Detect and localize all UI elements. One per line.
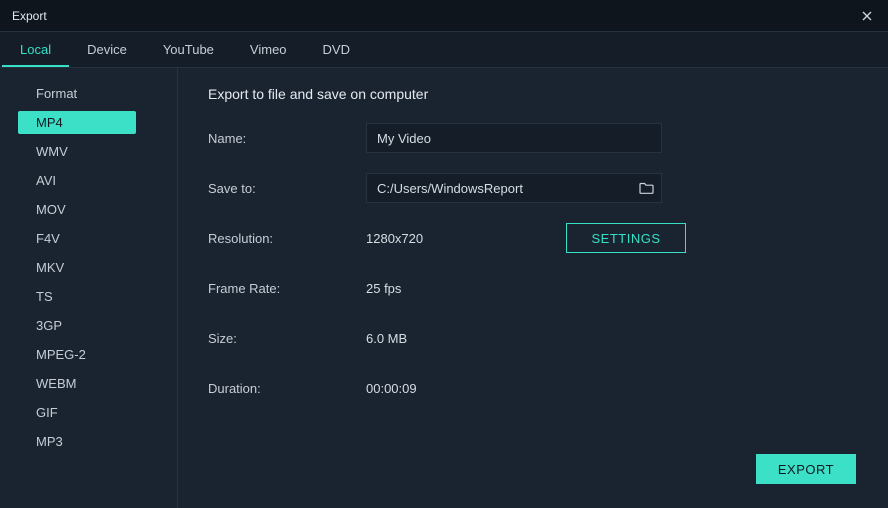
titlebar: Export: [0, 0, 888, 32]
tab-local[interactable]: Local: [2, 33, 69, 67]
format-item-ts[interactable]: TS: [18, 285, 136, 308]
save-to-input[interactable]: [367, 174, 631, 202]
format-item-mp4[interactable]: MP4: [18, 111, 136, 134]
format-item-avi[interactable]: AVI: [18, 169, 136, 192]
row-save-to: Save to:: [208, 174, 858, 202]
settings-button[interactable]: SETTINGS: [566, 223, 686, 253]
format-item-mpeg2[interactable]: MPEG-2: [18, 343, 136, 366]
tab-vimeo[interactable]: Vimeo: [232, 33, 305, 67]
value-resolution: 1280x720: [366, 231, 542, 246]
label-size: Size:: [208, 331, 366, 346]
close-icon[interactable]: [856, 5, 878, 27]
format-item-webm[interactable]: WEBM: [18, 372, 136, 395]
main: Format MP4 WMV AVI MOV F4V MKV TS 3GP MP…: [0, 68, 888, 508]
row-resolution: Resolution: 1280x720 SETTINGS: [208, 224, 858, 252]
label-resolution: Resolution:: [208, 231, 366, 246]
save-to-field: [366, 173, 662, 203]
row-name: Name:: [208, 124, 858, 152]
label-duration: Duration:: [208, 381, 366, 396]
format-item-f4v[interactable]: F4V: [18, 227, 136, 250]
format-item-mov[interactable]: MOV: [18, 198, 136, 221]
row-size: Size: 6.0 MB: [208, 324, 858, 352]
label-name: Name:: [208, 131, 366, 146]
label-frame-rate: Frame Rate:: [208, 281, 366, 296]
tab-youtube[interactable]: YouTube: [145, 33, 232, 67]
name-input[interactable]: [366, 123, 662, 153]
sidebar: Format MP4 WMV AVI MOV F4V MKV TS 3GP MP…: [0, 68, 178, 508]
folder-icon[interactable]: [631, 174, 661, 202]
tab-device[interactable]: Device: [69, 33, 145, 67]
format-item-3gp[interactable]: 3GP: [18, 314, 136, 337]
panel-heading: Export to file and save on computer: [208, 86, 858, 102]
window-title: Export: [12, 9, 47, 23]
value-duration: 00:00:09: [366, 381, 417, 396]
label-save-to: Save to:: [208, 181, 366, 196]
export-button[interactable]: EXPORT: [756, 454, 856, 484]
format-item-wmv[interactable]: WMV: [18, 140, 136, 163]
tab-dvd[interactable]: DVD: [305, 33, 368, 67]
row-frame-rate: Frame Rate: 25 fps: [208, 274, 858, 302]
sidebar-heading: Format: [36, 86, 165, 101]
value-size: 6.0 MB: [366, 331, 407, 346]
tab-bar: Local Device YouTube Vimeo DVD: [0, 32, 888, 68]
footer: EXPORT: [208, 454, 858, 490]
format-item-gif[interactable]: GIF: [18, 401, 136, 424]
format-item-mp3[interactable]: MP3: [18, 430, 136, 453]
row-duration: Duration: 00:00:09: [208, 374, 858, 402]
format-item-mkv[interactable]: MKV: [18, 256, 136, 279]
value-frame-rate: 25 fps: [366, 281, 401, 296]
format-list: MP4 WMV AVI MOV F4V MKV TS 3GP MPEG-2 WE…: [18, 111, 165, 453]
content-panel: Export to file and save on computer Name…: [178, 68, 888, 508]
